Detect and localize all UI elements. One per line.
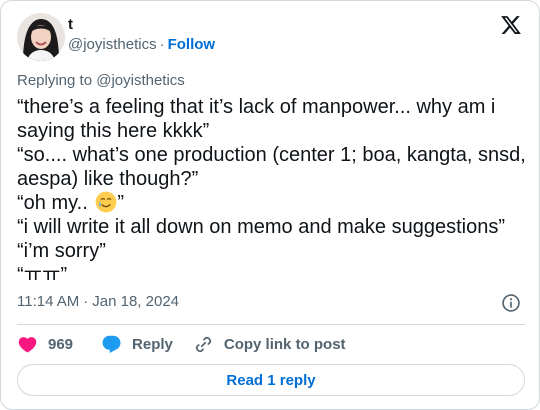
read-reply-label: Read 1 reply <box>226 371 316 389</box>
timestamp[interactable]: 11:14 AM · Jan 18, 2024 <box>17 293 179 311</box>
copy-link-action[interactable]: Copy link to post <box>193 334 346 355</box>
like-count: 969 <box>48 335 74 353</box>
read-reply-button[interactable]: Read 1 reply <box>17 364 525 396</box>
reply-bubble-icon <box>102 335 121 353</box>
reply-label: Reply <box>132 335 173 353</box>
link-icon <box>195 336 211 352</box>
follow-button[interactable]: Follow <box>168 36 216 53</box>
tweet-line: “i will write it all down on memo and ma… <box>17 216 505 238</box>
x-logo-icon[interactable] <box>500 14 522 36</box>
embedded-post-card: t @joyisthetics · Follow Replying to @joyi… <box>0 0 540 410</box>
timestamp-separator: · <box>83 293 89 310</box>
tweet-line: “there’s a feeling that it’s lack of man… <box>17 96 496 142</box>
tweet-line: “so.... what’s one production (center 1;… <box>17 144 526 190</box>
author-display-name[interactable]: t <box>68 16 73 34</box>
copy-link-label: Copy link to post <box>223 335 346 353</box>
tweet-text: “there’s a feeling that it’s lack of man… <box>17 95 529 287</box>
tear-smile-emoji <box>95 191 117 213</box>
author-handle[interactable]: @joyisthetics <box>68 36 157 53</box>
tweet-line: “i’m sorry” <box>17 240 106 262</box>
timestamp-date: Jan 18, 2024 <box>92 293 180 310</box>
author-handle-row: @joyisthetics · Follow <box>68 36 215 54</box>
tweet-line: “oh my.. ” <box>17 191 529 215</box>
heart-icon <box>18 336 37 353</box>
tweet-line: “ㅠㅠ” <box>17 264 68 286</box>
like-action[interactable]: 969 <box>17 334 81 355</box>
tweet-line-text: “oh my.. <box>17 192 88 214</box>
reply-action[interactable]: Reply <box>101 334 173 355</box>
timestamp-time: 11:14 AM <box>17 293 80 310</box>
action-bar: 969 Reply Copy link to post <box>17 333 366 355</box>
tweet-line-text: ” <box>117 192 124 214</box>
avatar[interactable] <box>17 13 65 61</box>
info-icon[interactable] <box>501 293 521 313</box>
handle-separator: · <box>159 36 165 53</box>
replying-to[interactable]: Replying to @joyisthetics <box>17 72 185 90</box>
divider <box>17 324 525 325</box>
